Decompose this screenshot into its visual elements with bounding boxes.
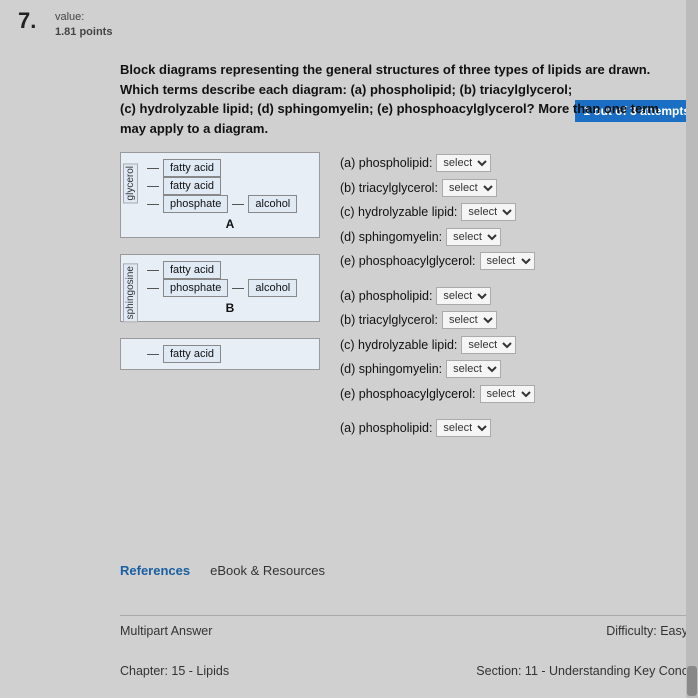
select-b-triacylglycerol[interactable]: select Yes No: [442, 311, 497, 329]
main-content: Block diagrams representing the general …: [120, 60, 688, 450]
select-b-sphingomyelin[interactable]: select Yes No: [446, 360, 501, 378]
diagram-c: fatty acid: [120, 338, 320, 370]
select-b-phospholipid[interactable]: select Yes No: [436, 287, 491, 305]
scrollbar[interactable]: [686, 0, 698, 698]
phosphate-block-b: phosphate: [163, 279, 228, 297]
answer-label-a-a: (a) phospholipid:: [340, 152, 432, 175]
chapter-label: Chapter: 15 - Lipids: [120, 664, 229, 678]
answer-label-b-d: (d) sphingomyelin:: [340, 358, 442, 381]
select-a-phospholipid[interactable]: select Yes No: [436, 154, 491, 172]
select-b-hydrolyzable[interactable]: select Yes No: [461, 336, 516, 354]
question-text: Block diagrams representing the general …: [120, 60, 688, 138]
alcohol-block-a: alcohol: [248, 195, 297, 213]
value-label: value: 1.81 points: [55, 10, 112, 41]
ebook-resources-link[interactable]: eBook & Resources: [210, 563, 325, 578]
fatty-acid-row-1: fatty acid: [147, 159, 313, 177]
answer-label-a-e: (e) phosphoacylglycerol:: [340, 250, 476, 273]
answer-row-c-a: (a) phospholipid: select Yes No: [340, 417, 535, 440]
answers-group-a: (a) phospholipid: select Yes No (b) tria…: [340, 152, 535, 275]
phosphate-row-b: phosphate alcohol: [147, 279, 313, 297]
diagram-b-label: B: [147, 301, 313, 315]
select-b-phosphoacylglycerol[interactable]: select Yes No: [480, 385, 535, 403]
sphingosine-label: sphingosine: [123, 263, 138, 322]
diagram-a-label: A: [147, 217, 313, 231]
question-number: 7.: [18, 8, 36, 34]
answer-row-a-d: (d) sphingomyelin: select Yes No: [340, 226, 535, 249]
fatty-acid-row-b: fatty acid: [147, 261, 313, 279]
answer-row-b-c: (c) hydrolyzable lipid: select Yes No: [340, 334, 535, 357]
answer-label-b-b: (b) triacylglycerol:: [340, 309, 438, 332]
alcohol-block-b: alcohol: [248, 279, 297, 297]
answer-label-b-e: (e) phosphoacylglycerol:: [340, 383, 476, 406]
fatty-acid-row-c: fatty acid: [147, 345, 313, 363]
section-label: Section: 11 - Understanding Key Conc: [476, 664, 688, 678]
footer-bottom: Chapter: 15 - Lipids Section: 11 - Under…: [120, 664, 688, 678]
diagrams-column: glycerol fatty acid fatty acid phosphate…: [120, 152, 320, 370]
diagram-b: sphingosine fatty acid phosphate alcohol…: [120, 254, 320, 322]
glycerol-label: glycerol: [123, 163, 138, 203]
answer-row-b-d: (d) sphingomyelin: select Yes No: [340, 358, 535, 381]
answers-column: (a) phospholipid: select Yes No (b) tria…: [340, 152, 535, 450]
fatty-acid-block-c: fatty acid: [163, 345, 221, 363]
answer-row-a-e: (e) phosphoacylglycerol: select Yes No: [340, 250, 535, 273]
answer-label-a-d: (d) sphingomyelin:: [340, 226, 442, 249]
select-a-phosphoacylglycerol[interactable]: select Yes No: [480, 252, 535, 270]
answer-row-b-b: (b) triacylglycerol: select Yes No: [340, 309, 535, 332]
select-a-sphingomyelin[interactable]: select Yes No: [446, 228, 501, 246]
answers-group-c: (a) phospholipid: select Yes No: [340, 417, 535, 442]
answer-row-b-a: (a) phospholipid: select Yes No: [340, 285, 535, 308]
phosphate-row-a: phosphate alcohol: [147, 195, 313, 213]
select-a-triacylglycerol[interactable]: select Yes No: [442, 179, 497, 197]
difficulty-label: Difficulty: Easy: [606, 624, 688, 638]
answer-label-a-b: (b) triacylglycerol:: [340, 177, 438, 200]
answer-row-a-c: (c) hydrolyzable lipid: select Yes No: [340, 201, 535, 224]
answer-row-a-b: (b) triacylglycerol: select Yes No: [340, 177, 535, 200]
answer-label-b-a: (a) phospholipid:: [340, 285, 432, 308]
answers-group-b: (a) phospholipid: select Yes No (b) tria…: [340, 285, 535, 408]
scrollbar-thumb[interactable]: [687, 666, 697, 696]
page-container: 7. value: 1.81 points 1 out of 3 attempt…: [0, 0, 698, 698]
references-link[interactable]: References: [120, 563, 190, 578]
select-a-hydrolyzable[interactable]: select Yes No: [461, 203, 516, 221]
footer-info: Multipart Answer Difficulty: Easy: [120, 615, 688, 638]
answer-label-c-a: (a) phospholipid:: [340, 417, 432, 440]
fatty-acid-block-1: fatty acid: [163, 159, 221, 177]
answer-row-b-e: (e) phosphoacylglycerol: select Yes No: [340, 383, 535, 406]
fatty-acid-row-2: fatty acid: [147, 177, 313, 195]
answer-row-a-a: (a) phospholipid: select Yes No: [340, 152, 535, 175]
phosphate-block-a: phosphate: [163, 195, 228, 213]
answer-label-a-c: (c) hydrolyzable lipid:: [340, 201, 457, 224]
diagram-a: glycerol fatty acid fatty acid phosphate…: [120, 152, 320, 238]
multipart-label: Multipart Answer: [120, 624, 212, 638]
answer-label-b-c: (c) hydrolyzable lipid:: [340, 334, 457, 357]
select-c-phospholipid[interactable]: select Yes No: [436, 419, 491, 437]
diagrams-and-answers: glycerol fatty acid fatty acid phosphate…: [120, 152, 688, 450]
fatty-acid-block-2: fatty acid: [163, 177, 221, 195]
fatty-acid-block-b: fatty acid: [163, 261, 221, 279]
references-bar: References eBook & Resources: [120, 563, 325, 578]
